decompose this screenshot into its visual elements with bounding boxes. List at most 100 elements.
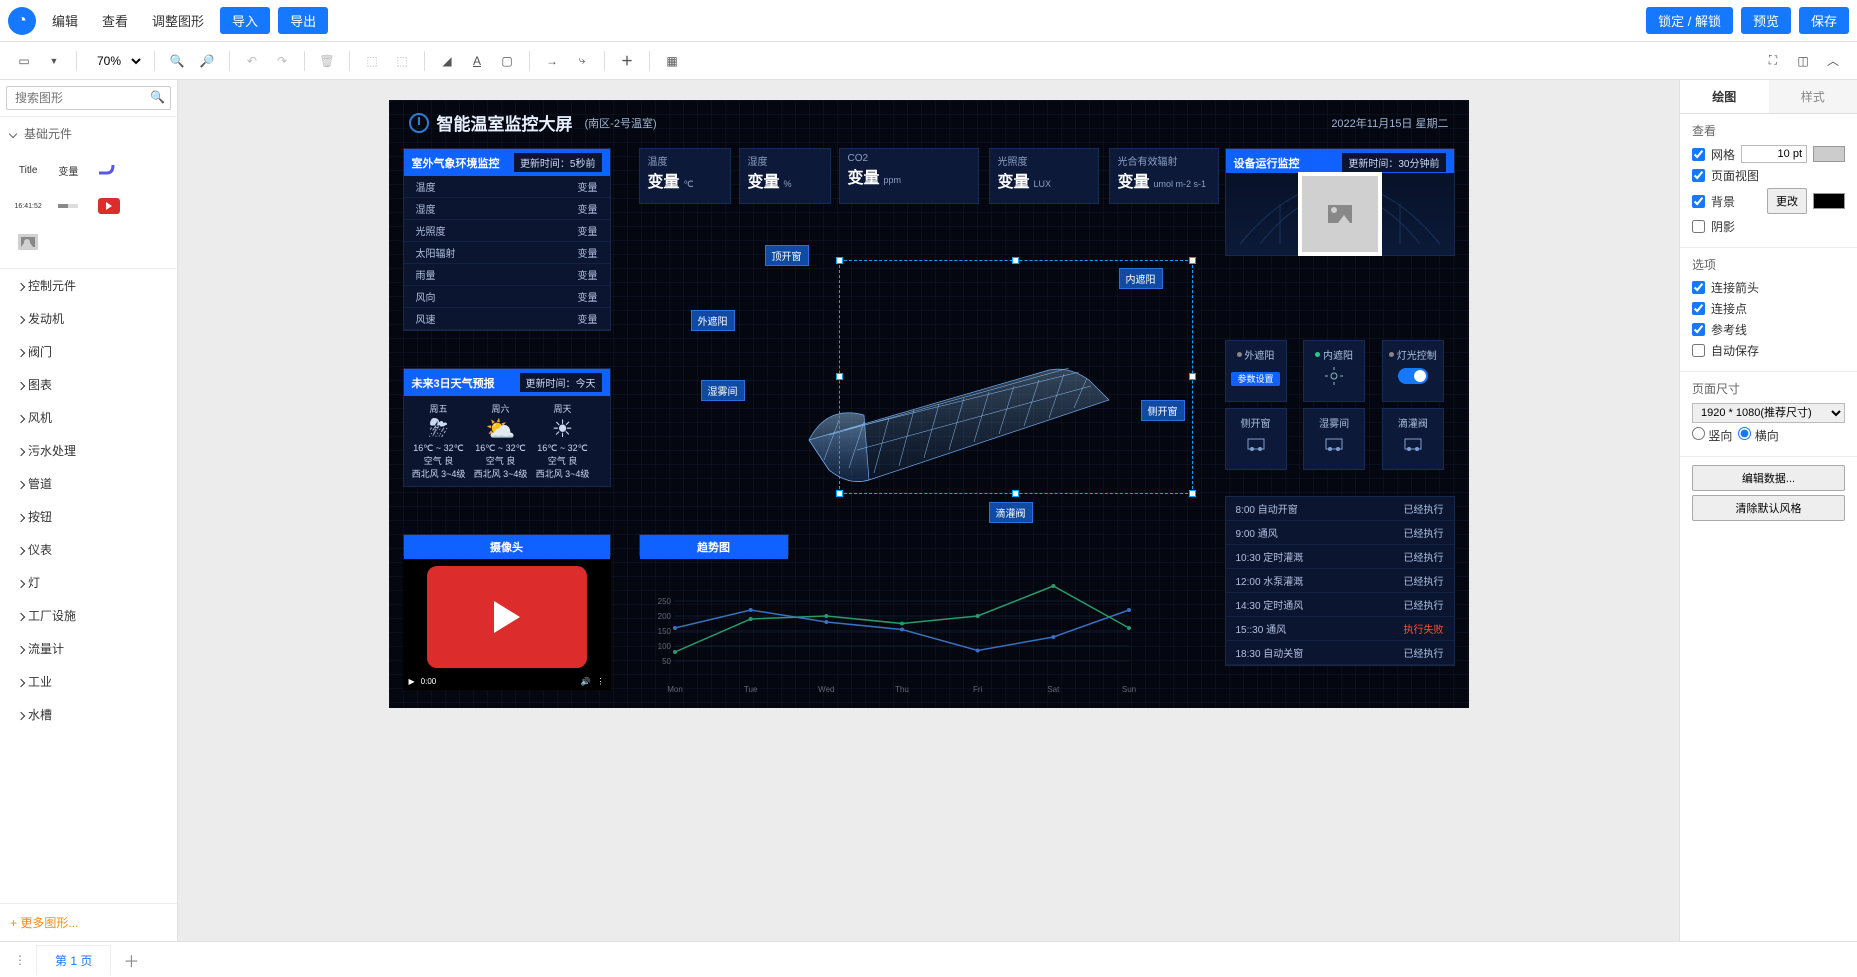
video-menu-icon[interactable]: ⋮ bbox=[597, 677, 605, 686]
to-front-icon[interactable]: ⬚ bbox=[360, 49, 384, 73]
shape-category[interactable]: 阀门 bbox=[0, 335, 177, 368]
device-card[interactable]: 灯光控制 bbox=[1382, 340, 1444, 402]
connector-icon[interactable]: ⤷ bbox=[570, 49, 594, 73]
video-play-icon[interactable]: ▶ bbox=[409, 677, 415, 686]
pagesize-select[interactable]: 1920 * 1080(推荐尺寸) bbox=[1692, 403, 1845, 423]
device-card[interactable]: 外遮阳参数设置 bbox=[1225, 340, 1287, 402]
shape-category[interactable]: 污水处理 bbox=[0, 434, 177, 467]
chk-bg[interactable] bbox=[1692, 195, 1705, 208]
canvas[interactable]: 智能温室监控大屏 (南区-2号温室) 2022年11月15日 星期二 室外气象环… bbox=[389, 100, 1469, 708]
chk-autosave[interactable] bbox=[1692, 344, 1705, 357]
device-card[interactable]: 湿雾间 bbox=[1303, 408, 1365, 470]
panel-toggle-icon[interactable]: ◫ bbox=[1791, 49, 1815, 73]
add-page-button[interactable]: ＋ bbox=[115, 944, 147, 976]
radio-portrait[interactable] bbox=[1692, 427, 1705, 440]
device-card[interactable]: 侧开窗 bbox=[1225, 408, 1287, 470]
shape-video[interactable] bbox=[91, 190, 127, 222]
preview-button[interactable]: 预览 bbox=[1741, 7, 1791, 34]
svg-text:Wed: Wed bbox=[818, 685, 834, 694]
shape-category[interactable]: 发动机 bbox=[0, 302, 177, 335]
border-icon[interactable]: ▢ bbox=[495, 49, 519, 73]
greenhouse-3d[interactable] bbox=[769, 310, 1149, 510]
shape-time[interactable]: 16:41:52 bbox=[10, 190, 46, 222]
search-icon[interactable]: 🔍 bbox=[150, 90, 165, 104]
page-menu-icon[interactable]: ⋮ bbox=[8, 953, 32, 967]
tag-drip-valve[interactable]: 滴灌阀 bbox=[989, 502, 1033, 523]
delete-icon[interactable]: 🗑 bbox=[315, 49, 339, 73]
play-icon[interactable] bbox=[494, 601, 520, 633]
shape-category-basic[interactable]: 基础元件 bbox=[0, 117, 177, 150]
metric-card: CO2变量ppm bbox=[839, 148, 979, 204]
shape-var[interactable]: 变量 bbox=[50, 154, 86, 186]
tab-draw[interactable]: 绘图 bbox=[1680, 80, 1769, 113]
bg-change-button[interactable]: 更改 bbox=[1767, 188, 1807, 214]
fill-icon[interactable]: ◢ bbox=[435, 49, 459, 73]
page-tab-1[interactable]: 第 1 页 bbox=[36, 945, 111, 975]
to-back-icon[interactable]: ⬚ bbox=[390, 49, 414, 73]
menu-view[interactable]: 查看 bbox=[94, 7, 136, 34]
video-player[interactable]: ▶ 0:00 🔊 ⋮ bbox=[403, 560, 611, 690]
shape-category[interactable]: 水槽 bbox=[0, 698, 177, 731]
shape-tool[interactable]: ▭ bbox=[12, 49, 36, 73]
shape-category[interactable]: 仪表 bbox=[0, 533, 177, 566]
weather-day: 周天☀16℃ ~ 32℃空气 良西北风 3~4级 bbox=[532, 402, 594, 480]
table-icon[interactable]: ▦ bbox=[660, 49, 684, 73]
device-card[interactable]: 内遮阳 bbox=[1303, 340, 1365, 402]
tag-side-window[interactable]: 侧开窗 bbox=[1141, 400, 1185, 421]
zoom-select[interactable]: 70% bbox=[87, 51, 144, 71]
add-icon[interactable]: ＋ bbox=[615, 49, 639, 73]
shape-category[interactable]: 工厂设施 bbox=[0, 599, 177, 632]
tag-outer-shade[interactable]: 外遮阳 bbox=[691, 310, 735, 331]
grid-size-input[interactable] bbox=[1741, 145, 1807, 163]
fullscreen-icon[interactable]: ⛶ bbox=[1761, 49, 1785, 73]
chk-arrow[interactable] bbox=[1692, 281, 1705, 294]
shape-category[interactable]: 灯 bbox=[0, 566, 177, 599]
tab-style[interactable]: 样式 bbox=[1769, 80, 1857, 113]
zoom-in-icon[interactable]: 🔍 bbox=[165, 49, 189, 73]
lock-button[interactable]: 锁定 / 解锁 bbox=[1646, 7, 1733, 34]
chk-shadow[interactable] bbox=[1692, 220, 1705, 233]
more-shapes-button[interactable]: + 更多图形... bbox=[0, 903, 177, 941]
svg-text:Tue: Tue bbox=[743, 685, 757, 694]
weather-day: 周五⛈16℃ ~ 32℃空气 良西北风 3~4级 bbox=[408, 402, 470, 480]
shape-category[interactable]: 流量计 bbox=[0, 632, 177, 665]
shape-category[interactable]: 风机 bbox=[0, 401, 177, 434]
device-card[interactable]: 滴灌阀 bbox=[1382, 408, 1444, 470]
shape-title[interactable]: Title bbox=[10, 154, 46, 186]
shape-category[interactable]: 工业 bbox=[0, 665, 177, 698]
canvas-area[interactable]: 智能温室监控大屏 (南区-2号温室) 2022年11月15日 星期二 室外气象环… bbox=[178, 80, 1679, 941]
import-button[interactable]: 导入 bbox=[220, 7, 270, 34]
arrow-icon[interactable]: → bbox=[540, 49, 564, 73]
zoom-out-icon[interactable]: 🔎 bbox=[195, 49, 219, 73]
undo-icon[interactable]: ↶ bbox=[240, 49, 264, 73]
menu-edit[interactable]: 编辑 bbox=[44, 7, 86, 34]
shape-category[interactable]: 管道 bbox=[0, 467, 177, 500]
chk-grid[interactable] bbox=[1692, 148, 1705, 161]
redo-icon[interactable]: ↷ bbox=[270, 49, 294, 73]
menu-adjust[interactable]: 调整图形 bbox=[144, 7, 212, 34]
radio-landscape[interactable] bbox=[1738, 427, 1751, 440]
text-color-icon[interactable]: A bbox=[465, 49, 489, 73]
bg-color-swatch[interactable] bbox=[1813, 193, 1845, 209]
shape-line[interactable] bbox=[91, 154, 127, 186]
collapse-icon[interactable]: ︿ bbox=[1821, 49, 1845, 73]
clear-style-button[interactable]: 清除默认风格 bbox=[1692, 495, 1845, 521]
video-volume-icon[interactable]: 🔊 bbox=[581, 677, 591, 686]
shape-progress[interactable] bbox=[50, 190, 86, 222]
chk-guide[interactable] bbox=[1692, 323, 1705, 336]
search-input[interactable] bbox=[6, 86, 171, 110]
chk-pageview[interactable] bbox=[1692, 169, 1705, 182]
shape-category[interactable]: 图表 bbox=[0, 368, 177, 401]
shape-category[interactable]: 控制元件 bbox=[0, 269, 177, 302]
tag-inner-shade[interactable]: 内遮阳 bbox=[1119, 268, 1163, 289]
shape-image[interactable] bbox=[10, 226, 46, 258]
export-button[interactable]: 导出 bbox=[278, 7, 328, 34]
edit-data-button[interactable]: 编辑数据... bbox=[1692, 465, 1845, 491]
shape-category[interactable]: 按钮 bbox=[0, 500, 177, 533]
shape-dropdown-icon[interactable]: ▼ bbox=[42, 49, 66, 73]
save-button[interactable]: 保存 bbox=[1799, 7, 1849, 34]
grid-color-swatch[interactable] bbox=[1813, 146, 1845, 162]
chk-point[interactable] bbox=[1692, 302, 1705, 315]
tag-fog-room[interactable]: 湿雾间 bbox=[701, 380, 745, 401]
tag-top-window[interactable]: 顶开窗 bbox=[765, 245, 809, 266]
